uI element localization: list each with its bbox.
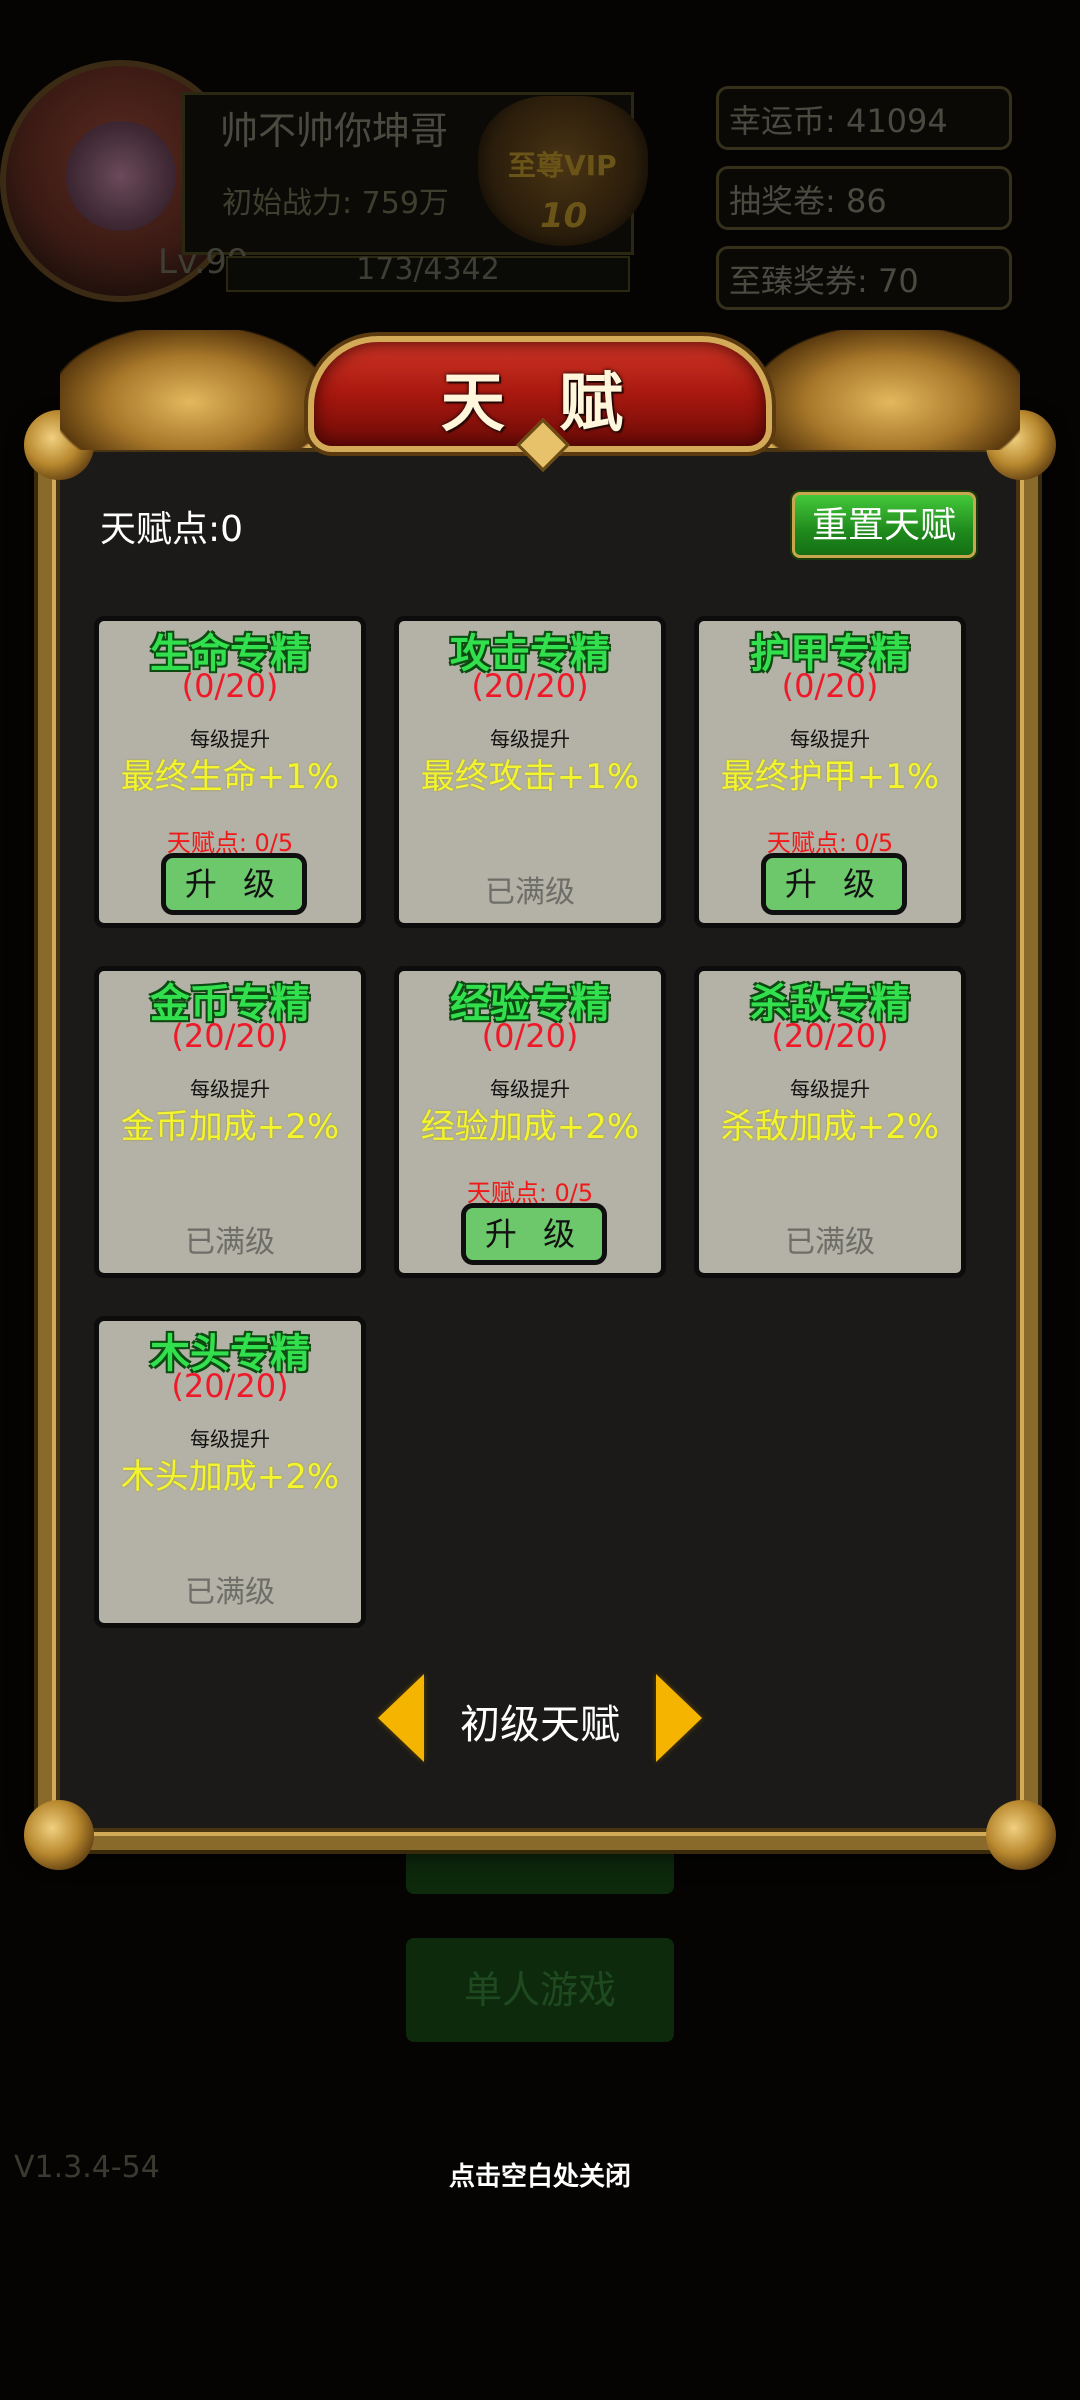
next-tier-arrow-icon[interactable]: [656, 1674, 702, 1762]
talent-card-wood: 木头专精 (20/20) 每级提升 木头加成+2% 已满级: [94, 1316, 366, 1628]
talent-card-armor: 护甲专精 (0/20) 每级提升 最终护甲+1% 天赋点: 0/5 升 级: [694, 616, 966, 928]
maxed-label: 已满级: [485, 875, 575, 910]
talent-card-gold: 金币专精 (20/20) 每级提升 金币加成+2% 已满级: [94, 966, 366, 1278]
talent-bonus: 最终护甲+1%: [720, 757, 940, 797]
prev-tier-arrow-icon[interactable]: [378, 1674, 424, 1762]
talent-sub: 每级提升: [790, 727, 870, 751]
premium-ticket-stat: 至臻奖券: 70: [716, 246, 1012, 310]
player-power: 初始战力: 759万: [222, 186, 449, 221]
talent-level: (20/20): [171, 1367, 289, 1405]
talent-sub: 每级提升: [190, 1427, 270, 1451]
close-hint[interactable]: 点击空白处关闭: [0, 2156, 1080, 2193]
talent-bonus: 木头加成+2%: [120, 1457, 340, 1497]
talent-bonus: 金币加成+2%: [120, 1107, 340, 1147]
upgrade-button[interactable]: 升 级: [461, 1203, 607, 1265]
frame-corner-ornament: [986, 1800, 1056, 1870]
talent-bonus: 最终攻击+1%: [420, 757, 640, 797]
talent-card-kill: 杀敌专精 (20/20) 每级提升 杀敌加成+2% 已满级: [694, 966, 966, 1278]
talent-bonus: 经验加成+2%: [420, 1107, 640, 1147]
maxed-label: 已满级: [785, 1225, 875, 1260]
talent-points-label: 天赋点:0: [100, 509, 244, 550]
reset-talent-button[interactable]: 重置天赋: [792, 492, 976, 558]
talent-level: (20/20): [171, 1017, 289, 1055]
vip-label: 至尊VIP: [508, 149, 617, 182]
talent-bonus: 杀敌加成+2%: [720, 1107, 940, 1147]
talent-sub: 每级提升: [490, 1077, 570, 1101]
player-name: 帅不帅你坤哥: [220, 109, 449, 153]
talent-level: (20/20): [771, 1017, 889, 1055]
talent-level: (0/20): [781, 667, 879, 705]
exp-text: 173/4342: [356, 252, 500, 287]
upgrade-button[interactable]: 升 级: [161, 853, 307, 915]
talent-bonus: 最终生命+1%: [120, 757, 340, 797]
talent-card-life: 生命专精 (0/20) 每级提升 最终生命+1% 天赋点: 0/5 升 级: [94, 616, 366, 928]
talent-card-exp: 经验专精 (0/20) 每级提升 经验加成+2% 天赋点: 0/5 升 级: [394, 966, 666, 1278]
avatar-face: [66, 121, 176, 231]
tier-label: 初级天赋: [460, 1702, 620, 1748]
talent-sub: 每级提升: [190, 727, 270, 751]
dragon-ornament-right: [760, 330, 1020, 450]
lucky-coin-stat: 幸运币: 41094: [716, 86, 1012, 150]
talent-level: (0/20): [181, 667, 279, 705]
talent-sub: 每级提升: [790, 1077, 870, 1101]
upgrade-button[interactable]: 升 级: [761, 853, 907, 915]
lottery-ticket-stat: 抽奖卷: 86: [716, 166, 1012, 230]
talent-level: (0/20): [481, 1017, 579, 1055]
talent-sub: 每级提升: [190, 1077, 270, 1101]
panel-title: 天 赋: [440, 367, 640, 441]
single-player-button: 单人游戏: [406, 1938, 674, 2042]
dragon-ornament-left: [60, 330, 320, 450]
maxed-label: 已满级: [185, 1225, 275, 1260]
talent-card-attack: 攻击专精 (20/20) 每级提升 最终攻击+1% 已满级: [394, 616, 666, 928]
talent-level: (20/20): [471, 667, 589, 705]
maxed-label: 已满级: [185, 1575, 275, 1610]
vip-level: 10: [540, 196, 588, 236]
frame-corner-ornament: [24, 1800, 94, 1870]
talent-sub: 每级提升: [490, 727, 570, 751]
